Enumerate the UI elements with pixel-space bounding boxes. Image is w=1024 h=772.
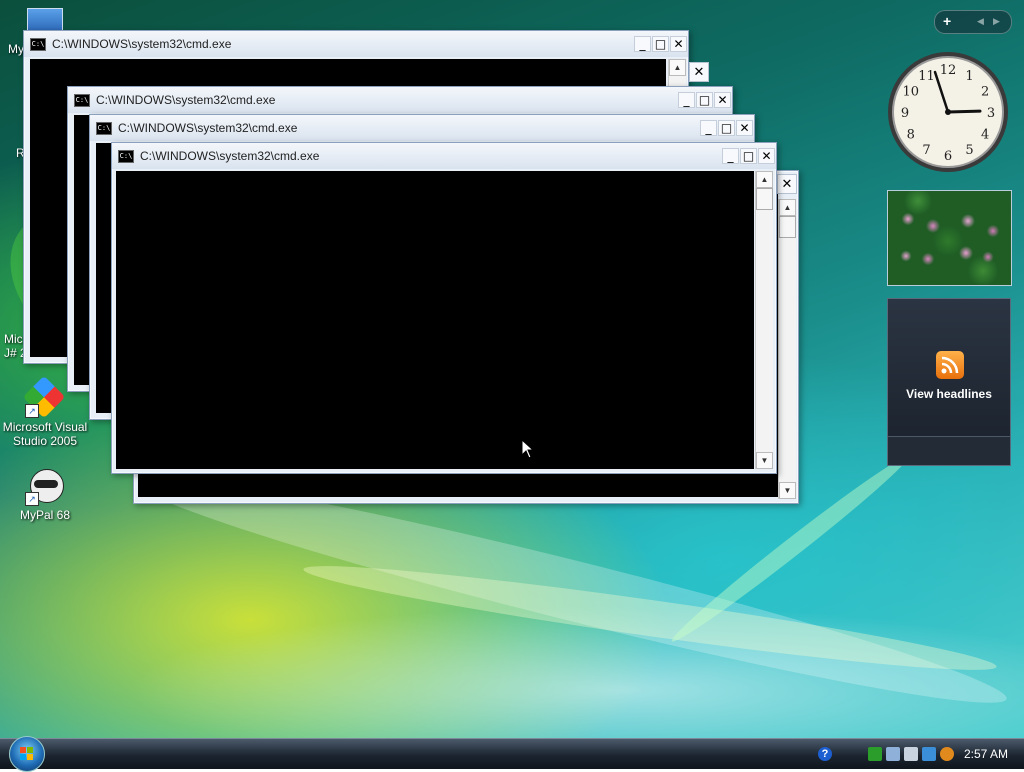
minimize-button[interactable]: _ (678, 92, 695, 108)
clock-number: 12 (940, 63, 957, 78)
feed-footer (888, 436, 1010, 465)
shortcut-arrow-icon: ↗ (25, 404, 39, 418)
mouse-cursor-icon (521, 439, 535, 459)
prev-gadget-button[interactable]: ◀ (977, 16, 984, 27)
clock-number: 1 (965, 69, 973, 84)
raccoon-icon: ↗ (25, 466, 65, 506)
notification-area: ? 2:57 AM (806, 739, 1024, 769)
cmd-icon: C:\ (118, 150, 134, 163)
window-title: C:\WINDOWS\system32\cmd.exe (118, 121, 298, 135)
feed-headlines-gadget[interactable]: View headlines (887, 298, 1011, 466)
close-button[interactable]: ✕ (736, 120, 753, 136)
cmd-icon: C:\ (74, 94, 90, 107)
sidebar-controls: + ◀ ▶ (934, 10, 1012, 34)
maximize-button[interactable]: □ (740, 148, 757, 164)
add-gadget-button[interactable]: + (943, 13, 951, 29)
network-icon[interactable] (886, 747, 900, 761)
maximize-button[interactable]: □ (718, 120, 735, 136)
clock-number: 3 (987, 106, 995, 121)
desktop-icon-mypal[interactable]: ↗ MyPal 68 (0, 466, 90, 522)
clock-gadget[interactable]: 1234567891011 12 (886, 50, 1010, 174)
desktop-icon-label: MyPal 68 (19, 508, 71, 522)
rss-icon (936, 351, 964, 379)
minimize-button[interactable]: _ (634, 36, 651, 52)
window-titlebar[interactable]: C:\ C:\WINDOWS\system32\cmd.exe _ □ ✕ (24, 31, 688, 57)
next-gadget-button[interactable]: ▶ (993, 16, 1000, 27)
window-title: C:\WINDOWS\system32\cmd.exe (52, 37, 232, 51)
security-check-icon[interactable] (868, 747, 882, 761)
maximize-button[interactable]: □ (696, 92, 713, 108)
cmd-window-4[interactable]: C:\ C:\WINDOWS\system32\cmd.exe _ □ ✕ ▲ … (111, 142, 777, 474)
close-button[interactable]: ✕ (689, 62, 709, 82)
language-icon[interactable] (922, 747, 936, 761)
scroll-down-button[interactable]: ▼ (779, 482, 796, 499)
clock-number: 5 (965, 143, 973, 158)
scroll-thumb[interactable] (779, 216, 796, 238)
taskbar-clock[interactable]: 2:57 AM (964, 747, 1008, 761)
windows-logo-icon (20, 747, 33, 760)
scroll-up-button[interactable]: ▲ (756, 171, 773, 188)
window-titlebar[interactable]: C:\ C:\WINDOWS\system32\cmd.exe _ □ ✕ (90, 115, 754, 141)
vertical-scrollbar[interactable]: ▲ ▼ (755, 171, 773, 469)
shortcut-arrow-icon: ↗ (25, 492, 39, 506)
scroll-thumb[interactable] (756, 188, 773, 210)
view-headlines-link[interactable]: View headlines (888, 387, 1010, 401)
clock-number: 7 (922, 143, 930, 158)
close-button[interactable]: ✕ (670, 36, 687, 52)
scroll-up-button[interactable]: ▲ (779, 199, 796, 216)
clock-number: 2 (981, 85, 989, 100)
clock-number: 8 (907, 128, 915, 143)
clock-number: 6 (944, 149, 952, 164)
scroll-up-button[interactable]: ▲ (669, 59, 686, 76)
taskbar: ? 2:57 AM (0, 736, 1024, 772)
window-title: C:\WINDOWS\system32\cmd.exe (140, 149, 320, 163)
visual-studio-icon: ↗ (22, 375, 66, 419)
clock-number: 11 (918, 69, 935, 84)
window-titlebar[interactable]: C:\ C:\WINDOWS\system32\cmd.exe _ □ ✕ (112, 143, 776, 169)
close-button[interactable]: ✕ (758, 148, 775, 164)
clock-number: 4 (981, 128, 989, 143)
desktop: My R Mic J# 2 ↗ Microsoft Visual Studio … (0, 0, 1024, 738)
slideshow-gadget[interactable] (887, 190, 1012, 286)
minimize-button[interactable]: _ (700, 120, 717, 136)
close-button[interactable]: ✕ (777, 174, 797, 194)
wallpaper-streak (300, 551, 1000, 685)
window-titlebar[interactable]: C:\ C:\WINDOWS\system32\cmd.exe _ □ ✕ (68, 87, 732, 113)
water-lily-image (888, 191, 1011, 285)
cmd-icon: C:\ (96, 122, 112, 135)
minimize-button[interactable]: _ (722, 148, 739, 164)
close-button[interactable]: ✕ (714, 92, 731, 108)
help-icon[interactable]: ? (818, 747, 832, 761)
clock-number: 9 (901, 106, 909, 121)
clock-number: 10 (903, 85, 920, 100)
scroll-down-button[interactable]: ▼ (756, 452, 773, 469)
volume-icon[interactable] (904, 747, 918, 761)
desktop-icon-label: Microsoft Visual Studio 2005 (2, 420, 88, 448)
vertical-scrollbar[interactable]: ▲ ▼ (778, 199, 796, 499)
maximize-button[interactable]: □ (652, 36, 669, 52)
console-area[interactable] (116, 171, 754, 469)
window-title: C:\WINDOWS\system32\cmd.exe (96, 93, 276, 107)
clock-hour-hand (946, 109, 982, 114)
search-icon[interactable] (940, 747, 954, 761)
cmd-icon: C:\ (30, 38, 46, 51)
start-button[interactable] (9, 736, 45, 772)
